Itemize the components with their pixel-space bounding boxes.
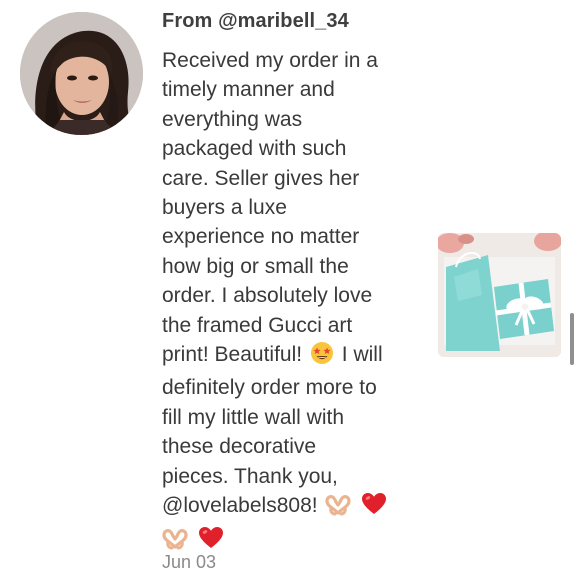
review-photo-attachment[interactable]: [438, 233, 561, 357]
review-line-part: print! Beautiful!: [162, 343, 303, 367]
reviewer-avatar[interactable]: [20, 12, 143, 135]
review-line: pieces. Thank you,: [162, 464, 338, 488]
review-line: care. Seller gives her: [162, 166, 360, 190]
heart-hands-icon: [325, 494, 352, 524]
review-text: Received my order in a timely manner and…: [162, 46, 422, 558]
mention-link[interactable]: @lovelabels808!: [162, 494, 318, 517]
review-line: definitely order more to: [162, 376, 377, 400]
review-line: order. I absolutely love: [162, 284, 373, 308]
review-line: experience no matter: [162, 225, 360, 249]
review-date: Jun 03: [162, 552, 217, 572]
author-prefix: From: [162, 10, 219, 32]
review-line: timely manner and: [162, 78, 335, 102]
review-author: From @maribell_34: [162, 10, 349, 33]
star-struck-icon: [310, 341, 334, 373]
author-handle[interactable]: @maribell_34: [218, 10, 349, 32]
review-line: packaged with such: [162, 137, 347, 161]
review-line: these decorative: [162, 435, 317, 459]
review-line: how big or small the: [162, 254, 349, 278]
scrollbar-thumb[interactable]: [570, 313, 574, 365]
review-line: the framed Gucci art: [162, 313, 353, 337]
review-line: print! Beautiful! I will: [162, 340, 422, 373]
gift-box-image: [438, 233, 561, 357]
avatar-image: [20, 12, 143, 135]
review-line: Received my order in a: [162, 49, 378, 72]
review-card: From @maribell_34 Received my order in a…: [0, 0, 580, 580]
review-line: @lovelabels808!: [162, 491, 422, 524]
review-line: buyers a luxe: [162, 196, 287, 220]
red-heart-icon: [361, 492, 387, 524]
review-line: fill my little wall with: [162, 405, 345, 429]
review-line-part: I will: [341, 343, 383, 367]
review-line: everything was: [162, 107, 303, 131]
